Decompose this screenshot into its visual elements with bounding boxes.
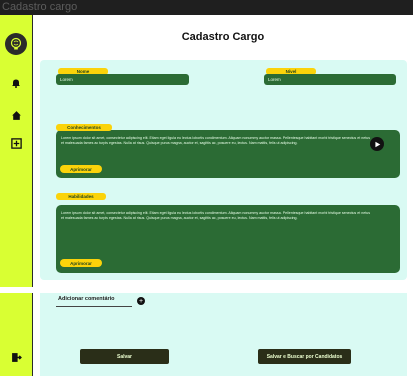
conhecimentos-text: Lorem ipsum dolor sit amet, consectetur … — [61, 136, 371, 145]
nome-field[interactable]: Lorem — [56, 74, 189, 85]
bell-icon[interactable] — [8, 75, 24, 91]
nivel-field[interactable]: Lorem — [264, 74, 396, 85]
add-square-icon[interactable] — [8, 135, 24, 151]
window-title: Cadastro cargo — [2, 1, 78, 13]
habilidades-box[interactable]: Lorem ipsum dolor sit amet, consectetur … — [56, 205, 400, 273]
conhecimentos-label: Conhecimentos — [56, 124, 112, 131]
aprimorar-conhecimentos-button[interactable]: Aprimorar — [60, 165, 102, 173]
save-and-search-button[interactable]: Salvar e Buscar por Candidatos — [258, 349, 351, 364]
habilidades-text: Lorem ipsum dolor sit amet, consectetur … — [61, 211, 371, 220]
add-comment-plus-icon[interactable]: + — [137, 297, 145, 305]
habilidades-label: Habilidades — [56, 193, 106, 200]
page-title: Cadastro Cargo — [181, 31, 265, 43]
logout-icon[interactable] — [8, 349, 24, 365]
window-titlebar: Cadastro cargo — [0, 0, 413, 15]
save-button[interactable]: Salvar — [80, 349, 169, 364]
play-icon[interactable] — [370, 137, 384, 151]
aprimorar-habilidades-button[interactable]: Aprimorar — [60, 259, 102, 267]
sidebar — [0, 15, 33, 287]
home-icon[interactable] — [8, 107, 24, 123]
conhecimentos-box[interactable]: Lorem ipsum dolor sit amet, consectetur … — [56, 130, 400, 178]
brain-lightbulb-logo-icon[interactable] — [5, 33, 27, 55]
comment-label: Adicionar comentário — [58, 296, 115, 302]
sidebar-bottom — [0, 293, 33, 376]
comment-input[interactable] — [56, 306, 132, 307]
